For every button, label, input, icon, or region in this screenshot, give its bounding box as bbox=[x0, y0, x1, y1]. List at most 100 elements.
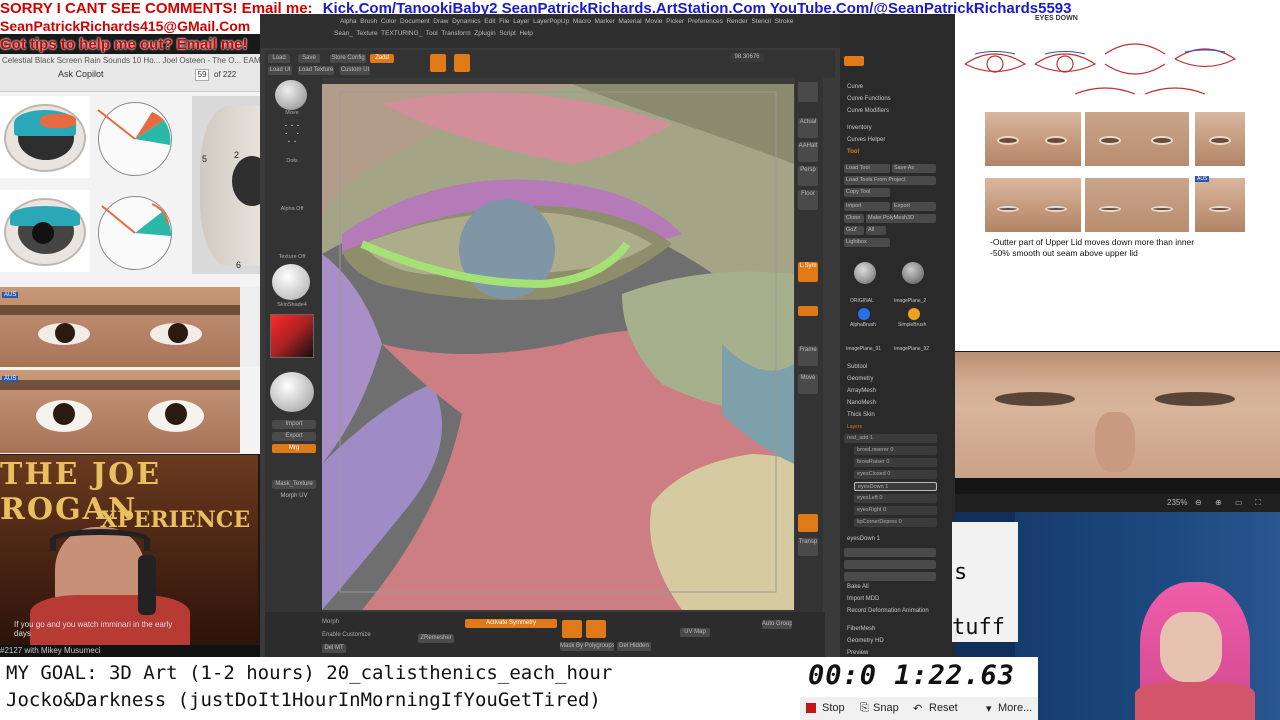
custom-ui-button[interactable]: Custom UI bbox=[340, 66, 370, 75]
menu-transform[interactable]: Transform bbox=[441, 30, 470, 37]
load-tool-button[interactable]: Load Tool bbox=[844, 164, 890, 173]
menu-movie[interactable]: Movie bbox=[645, 18, 662, 25]
record-deformation-button[interactable]: Record Deformation Animation bbox=[847, 608, 929, 614]
layer-eyesright[interactable]: eyesRight 0 bbox=[854, 506, 937, 515]
mrg-button[interactable]: Mrg bbox=[272, 444, 316, 453]
menu-stroke[interactable]: Stroke bbox=[775, 18, 794, 25]
menu-edit[interactable]: Edit bbox=[484, 18, 495, 25]
curve-item[interactable]: Curve bbox=[847, 84, 863, 90]
del-hidden-button[interactable]: Del Hidden bbox=[617, 642, 651, 651]
stroke-dots-icon[interactable]: · · · · · · · bbox=[272, 121, 312, 158]
geometry-item[interactable]: Geometry bbox=[847, 376, 873, 382]
aahalf-button[interactable]: AAHalf bbox=[798, 142, 818, 162]
bake-all-button[interactable]: Bake All bbox=[847, 584, 869, 590]
layer-browraiser[interactable]: browRaiser 0 bbox=[854, 458, 937, 467]
menu-script[interactable]: Script bbox=[499, 30, 516, 37]
thick-skin-item[interactable]: Thick Skin bbox=[847, 412, 875, 418]
record-button[interactable] bbox=[586, 620, 606, 638]
tool-import-button[interactable]: Import bbox=[844, 202, 890, 211]
menu-dynamics[interactable]: Dynamics bbox=[452, 18, 481, 25]
color-picker[interactable] bbox=[270, 314, 314, 358]
simple-brush-icon[interactable] bbox=[908, 308, 920, 320]
arraymesh-item[interactable]: ArrayMesh bbox=[847, 388, 876, 394]
tool-thumb-original[interactable] bbox=[854, 262, 876, 284]
zoom-in-icon[interactable]: ⊕ bbox=[1215, 498, 1222, 507]
tool-thumb-imageplane2[interactable] bbox=[902, 262, 924, 284]
menu-alpha[interactable]: Alpha bbox=[340, 18, 357, 25]
nanomesh-item[interactable]: NanoMesh bbox=[847, 400, 876, 406]
reset-button[interactable]: Reset bbox=[929, 702, 958, 714]
sculpt-canvas[interactable] bbox=[322, 84, 794, 610]
xyz-button[interactable] bbox=[798, 306, 818, 316]
import-button[interactable]: Import bbox=[272, 420, 316, 429]
store-config-button[interactable]: Store Config bbox=[330, 54, 366, 63]
load-texture-button[interactable]: Load Texture bbox=[298, 66, 334, 75]
lsym-button[interactable]: L.Sym bbox=[798, 262, 818, 282]
tool-export-button[interactable]: Export bbox=[892, 202, 936, 211]
zadd-button[interactable]: Zadd bbox=[370, 54, 394, 63]
actual-button[interactable]: Actual bbox=[798, 118, 818, 138]
layer-controls-row1[interactable] bbox=[844, 548, 936, 557]
fit-icon[interactable]: ▭ bbox=[1235, 498, 1243, 507]
fibermesh-item[interactable]: FiberMesh bbox=[847, 626, 875, 632]
load-tools-from-project-button[interactable]: Load Tools From Project bbox=[844, 176, 936, 185]
mask-texture-button[interactable]: Mask_Texture bbox=[272, 480, 316, 489]
menu-color[interactable]: Color bbox=[381, 18, 397, 25]
save-as-button[interactable]: Save As bbox=[892, 164, 936, 173]
layer-controls-row2[interactable] bbox=[844, 560, 936, 569]
auto-groups-button[interactable]: Auto Groups bbox=[762, 620, 792, 629]
layer-browlowerer[interactable]: browLowerer 0 bbox=[854, 446, 937, 455]
menu-material[interactable]: Material bbox=[618, 18, 641, 25]
uv-map-button[interactable]: UV Map bbox=[680, 628, 710, 637]
all-button[interactable]: All bbox=[866, 226, 886, 235]
menu-picker[interactable]: Picker bbox=[666, 18, 684, 25]
fullscreen-icon[interactable]: ⛶ bbox=[1255, 498, 1261, 508]
ask-copilot-button[interactable]: Ask Copilot bbox=[58, 69, 104, 79]
matcap-thumb[interactable] bbox=[270, 372, 314, 412]
brush-thumb[interactable] bbox=[275, 80, 307, 110]
subtool-item[interactable]: Subtool bbox=[847, 364, 867, 370]
zremesher-button[interactable]: ZRemesher bbox=[418, 634, 454, 643]
zoom-out-icon[interactable]: ⊖ bbox=[1195, 498, 1202, 507]
load-button[interactable]: Load bbox=[268, 54, 290, 63]
mask-by-polygroups-button[interactable]: Mask By Polygroups bbox=[560, 642, 614, 651]
curve-swatch[interactable] bbox=[844, 56, 864, 66]
more-button[interactable]: More... bbox=[998, 702, 1032, 714]
layer-eyesclosed[interactable]: eyesClosed 0 bbox=[854, 470, 937, 479]
menu-draw[interactable]: Draw bbox=[433, 18, 448, 25]
stop-button[interactable]: Stop bbox=[822, 702, 845, 714]
menu-preferences[interactable]: Preferences bbox=[688, 18, 723, 25]
morph-uv-button[interactable]: Morph UV bbox=[272, 492, 316, 501]
curve-functions-item[interactable]: Curve Functions bbox=[847, 96, 891, 102]
import-mdd-button[interactable]: Import MDD bbox=[847, 596, 879, 602]
polyf-button[interactable] bbox=[798, 514, 818, 532]
move-button[interactable]: Move bbox=[798, 374, 818, 394]
menu-document[interactable]: Document bbox=[400, 18, 430, 25]
activate-symmetry-button[interactable]: Activate Symmetry bbox=[465, 619, 557, 628]
inventory-item[interactable]: Inventory bbox=[847, 125, 872, 131]
transp-button[interactable]: Transp bbox=[798, 538, 818, 556]
spotlight-icon[interactable] bbox=[798, 82, 818, 102]
layers-item[interactable]: Layers bbox=[847, 424, 862, 430]
alpha-brush-icon[interactable] bbox=[858, 308, 870, 320]
menu-help[interactable]: Help bbox=[519, 30, 532, 37]
material-thumb[interactable] bbox=[272, 264, 310, 300]
menu-texturing[interactable]: TEXTURING_ bbox=[381, 30, 422, 37]
menu-brush[interactable]: Brush bbox=[360, 18, 377, 25]
edit-mode-button[interactable] bbox=[430, 54, 446, 72]
menu-tool[interactable]: Tool bbox=[426, 30, 438, 37]
clone-button[interactable]: Clone bbox=[844, 214, 864, 223]
frame-button[interactable]: Frame bbox=[798, 346, 818, 366]
del-mt-button[interactable]: Del MT bbox=[322, 644, 346, 653]
menu-file[interactable]: File bbox=[499, 18, 509, 25]
save-button[interactable]: Save bbox=[298, 54, 320, 63]
menu-sean[interactable]: Sean_ bbox=[334, 30, 353, 37]
menu-marker[interactable]: Marker bbox=[595, 18, 615, 25]
curves-helper-item[interactable]: Curves Helper bbox=[847, 137, 885, 143]
layer-lipcornerdepres[interactable]: lipCornerDepres 0 bbox=[854, 518, 937, 527]
goz-button[interactable]: GoZ bbox=[844, 226, 864, 235]
page-number-input[interactable]: 59 bbox=[195, 69, 209, 81]
load-ui-button[interactable]: Load UI bbox=[268, 66, 292, 75]
snap-button[interactable]: Snap bbox=[873, 702, 899, 714]
make-polymesh-button[interactable]: Make PolyMesh3D bbox=[866, 214, 936, 223]
